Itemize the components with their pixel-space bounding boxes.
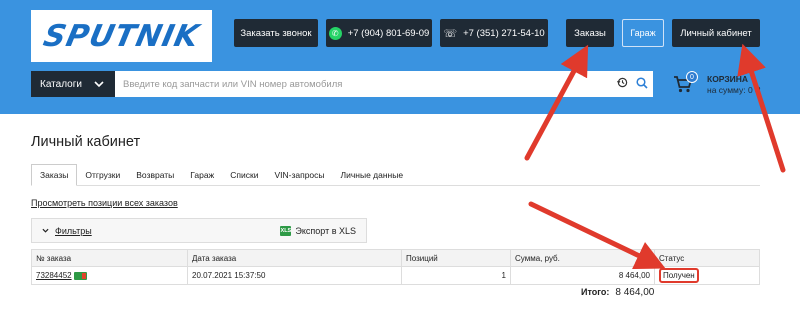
col-positions: Позиций: [401, 249, 511, 267]
site-header: SPUTNIK Заказать звонок ✆ +7 (904) 801-6…: [0, 0, 800, 114]
search-bar: [115, 71, 653, 97]
total-label: Итого:: [581, 287, 610, 297]
tab-shipments[interactable]: Отгрузки: [77, 164, 128, 186]
col-status: Статус: [654, 249, 760, 267]
orders-button[interactable]: Заказы: [566, 19, 614, 47]
page-title: Личный кабинет: [31, 134, 141, 150]
catalog-label: Каталоги: [40, 78, 82, 90]
positions-cell: 1: [401, 266, 511, 285]
orders-table: № заказа Дата заказа Позиций Сумма, руб.…: [31, 249, 760, 285]
account-tabs: Заказы Отгрузки Возвраты Гараж Списки VI…: [31, 164, 760, 186]
phone-icon: ☏: [443, 27, 458, 40]
callback-button-label: Заказать звонок: [240, 27, 312, 39]
search-icon[interactable]: [631, 76, 653, 92]
orders-button-label: Заказы: [574, 27, 606, 39]
account-button[interactable]: Личный кабинет: [672, 19, 760, 47]
tab-returns[interactable]: Возвраты: [128, 164, 182, 186]
main-content: Личный кабинет Заказы Отгрузки Возвраты …: [0, 114, 800, 323]
order-link[interactable]: 73284452: [36, 271, 72, 280]
col-order-no: № заказа: [31, 249, 188, 267]
xls-icon: XLS: [280, 225, 292, 236]
table-header-row: № заказа Дата заказа Позиций Сумма, руб.…: [31, 249, 760, 267]
tab-garage[interactable]: Гараж: [182, 164, 222, 186]
account-button-label: Личный кабинет: [680, 27, 752, 39]
col-order-date: Дата заказа: [187, 249, 402, 267]
view-all-positions-link[interactable]: Просмотреть позиции всех заказов: [31, 198, 178, 208]
history-icon[interactable]: [613, 77, 631, 91]
whatsapp-phone-label: +7 (904) 801-69-09: [347, 27, 430, 39]
tab-vin-requests[interactable]: VIN-запросы: [266, 164, 332, 186]
garage-button[interactable]: Гараж: [622, 19, 664, 47]
main-phone-label: +7 (351) 271-54-10: [463, 27, 545, 39]
cart-sum: на сумму: 0 ₽: [707, 85, 761, 95]
filters-toggle[interactable]: Фильтры: [42, 226, 92, 236]
total-row: Итого: 8 464,00: [581, 287, 654, 298]
cart[interactable]: 0 КОРЗИНА на сумму: 0 ₽: [673, 71, 793, 98]
tab-personal-data[interactable]: Личные данные: [333, 164, 412, 186]
catalog-dropdown[interactable]: Каталоги: [31, 71, 115, 97]
order-date-cell: 20.07.2021 15:37:50: [187, 266, 402, 285]
total-value: 8 464,00: [615, 287, 655, 298]
filter-bar: Фильтры XLS Экспорт в XLS: [31, 218, 367, 243]
col-sum: Сумма, руб.: [510, 249, 655, 267]
export-xls-button[interactable]: XLS Экспорт в XLS: [280, 225, 356, 236]
cart-count-badge: 0: [686, 71, 698, 83]
status-cell: Получен: [654, 266, 760, 285]
search-input[interactable]: [115, 71, 613, 97]
whatsapp-icon: ✆: [328, 26, 342, 40]
tab-orders[interactable]: Заказы: [31, 164, 78, 186]
sum-cell: 8 464,00: [510, 266, 655, 285]
cart-title: КОРЗИНА: [707, 74, 749, 84]
export-xls-label: Экспорт в XLS: [295, 225, 356, 236]
filters-label: Фильтры: [55, 225, 92, 236]
main-phone-button[interactable]: ☏ +7 (351) 271-54-10: [440, 19, 548, 47]
whatsapp-phone-button[interactable]: ✆ +7 (904) 801-69-09: [326, 19, 432, 47]
chevron-down-icon: [42, 228, 49, 233]
table-row: 73284452 20.07.2021 15:37:50 1 8 464,00 …: [31, 266, 760, 285]
chevron-down-icon: [94, 80, 104, 87]
logo[interactable]: SPUTNIK: [31, 10, 212, 62]
status-badge: Получен: [659, 268, 699, 283]
logo-text: SPUTNIK: [40, 18, 203, 54]
order-no-cell: 73284452: [31, 266, 188, 285]
order-flag-icon: [73, 271, 87, 280]
callback-button[interactable]: Заказать звонок: [234, 19, 318, 47]
garage-button-label: Гараж: [630, 28, 656, 38]
tab-lists[interactable]: Списки: [222, 164, 266, 186]
